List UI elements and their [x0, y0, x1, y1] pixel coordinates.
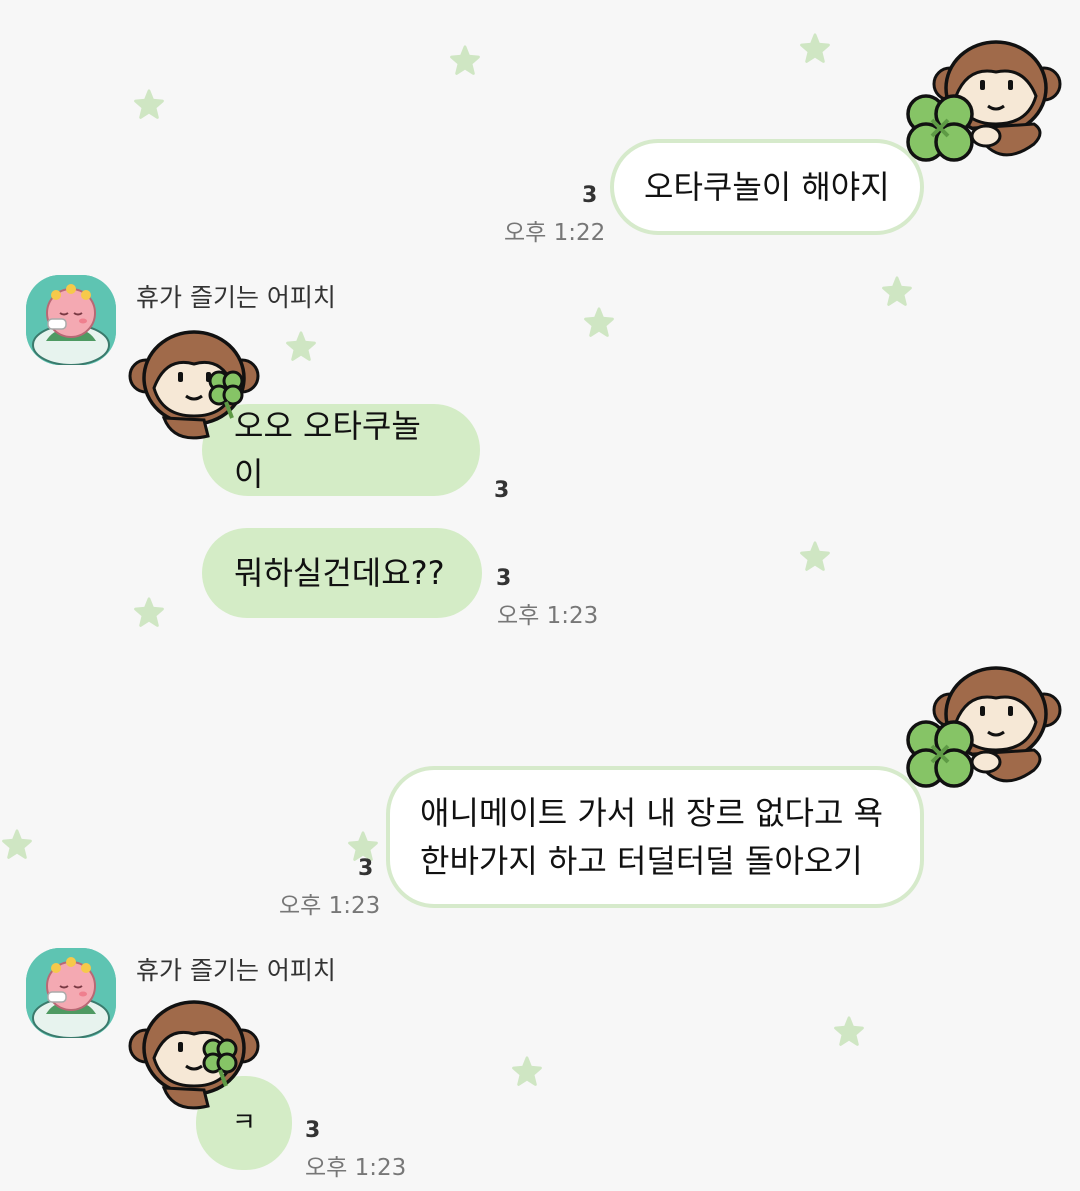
message-text: 뭐하실건데요??	[234, 554, 445, 592]
monkey-clover-sticker-icon[interactable]	[896, 658, 1066, 798]
message-bubble[interactable]: 뭐하실건데요??	[202, 528, 482, 618]
message-bubble[interactable]: 애니메이트 가서 내 장르 없다고 욕 한바가지 하고 터덜터덜 돌아오기	[386, 766, 924, 908]
star-icon	[510, 1055, 544, 1089]
sender-name: 휴가 즐기는 어피치	[136, 956, 336, 985]
star-icon	[284, 330, 318, 364]
monkey-clover-sticker-icon[interactable]	[124, 996, 264, 1114]
star-icon	[132, 88, 166, 122]
message-timestamp: 오후 1:23	[305, 1155, 407, 1181]
message-text-line: 한바가지 하고 터덜터덜 돌아오기	[420, 842, 863, 880]
message-text: 오타쿠놀이 해야지	[644, 168, 890, 206]
monkey-clover-sticker-icon[interactable]	[124, 326, 264, 444]
star-icon	[582, 306, 616, 340]
unread-count: 3	[358, 856, 374, 881]
message-timestamp: 오후 1:22	[504, 220, 606, 246]
message-text-line: 애니메이트 가서 내 장르 없다고 욕	[420, 794, 884, 832]
sender-name: 휴가 즐기는 어피치	[136, 283, 336, 312]
star-icon	[0, 828, 34, 862]
star-icon	[880, 275, 914, 309]
unread-count: 3	[582, 183, 598, 208]
message-timestamp: 오후 1:23	[497, 603, 599, 629]
unread-count: 3	[494, 478, 510, 503]
message-timestamp: 오후 1:23	[279, 893, 381, 919]
monkey-clover-sticker-icon[interactable]	[896, 32, 1066, 172]
message-bubble[interactable]: 오타쿠놀이 해야지	[610, 139, 924, 235]
avatar[interactable]	[26, 275, 116, 365]
unread-count: 3	[496, 566, 512, 591]
star-icon	[832, 1015, 866, 1049]
star-icon	[448, 44, 482, 78]
avatar[interactable]	[26, 948, 116, 1038]
star-icon	[798, 540, 832, 574]
star-icon	[132, 596, 166, 630]
star-icon	[798, 32, 832, 66]
unread-count: 3	[305, 1118, 321, 1143]
message-text: 오오 오타쿠놀이	[234, 407, 421, 493]
